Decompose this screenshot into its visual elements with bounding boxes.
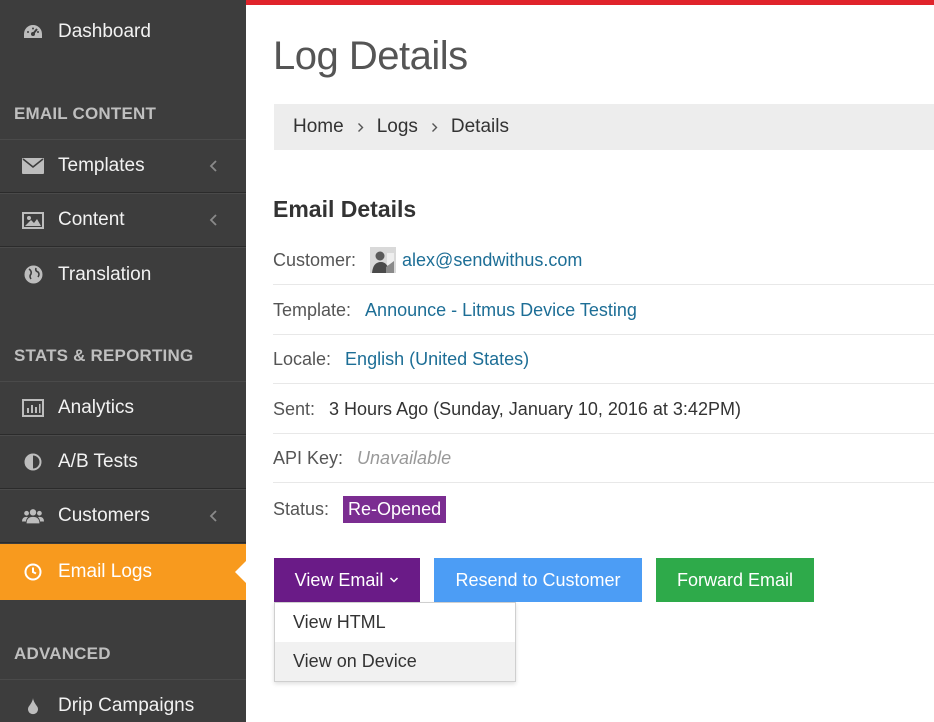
sidebar-item-analytics[interactable]: Analytics [0,381,246,435]
detail-label: Status: [273,499,330,519]
sidebar-item-label: Analytics [58,397,135,418]
detail-label: Customer: [273,249,357,270]
users-icon [22,505,44,527]
locale-link[interactable]: English (United States) [345,349,529,370]
status-badge: Re-Opened [343,496,447,523]
detail-label: API Key: [273,447,344,468]
sidebar-item-label: Customers [58,505,150,526]
breadcrumb-logs[interactable]: Logs [377,116,418,138]
sent-value: 3 Hours Ago (Sunday, January 10, 2016 at… [329,398,741,419]
sidebar-item-label: A/B Tests [58,451,138,472]
sidebar-item-label: Dashboard [58,21,151,42]
sidebar-item-content[interactable]: Content [0,193,246,247]
chevron-left-icon [209,510,217,522]
detail-row-api-key: API Key: Unavailable [273,434,934,483]
chevron-left-icon [209,214,217,226]
sidebar-item-email-logs[interactable]: Email Logs [0,544,246,600]
chevron-down-icon [390,577,399,583]
detail-row-locale: Locale: English (United States) [273,335,934,384]
sidebar-item-label: Drip Campaigns [58,695,195,716]
dropdown-item-view-on-device[interactable]: View on Device [275,642,515,681]
sidebar-item-customers[interactable]: Customers [0,489,246,543]
sidebar-item-label: Content [58,209,125,230]
section-heading-email-content: EMAIL CONTENT [14,104,157,123]
sidebar-item-drip-campaigns[interactable]: Drip Campaigns [0,679,246,722]
dashboard-icon [22,21,44,43]
sidebar-item-ab-tests[interactable]: A/B Tests [0,435,246,489]
view-email-dropdown: View HTML View on Device [274,602,516,682]
view-email-label: View Email [294,569,384,590]
image-icon [22,209,44,231]
breadcrumb: Home Logs Details [274,104,934,150]
view-email-button[interactable]: View Email [274,558,420,602]
bar-chart-icon [22,397,44,419]
detail-row-status: Status: Re-Opened [273,485,934,534]
breadcrumb-home[interactable]: Home [293,116,344,138]
sidebar: Dashboard EMAIL CONTENT Templates Conten… [0,0,246,722]
chevron-right-icon [357,122,364,132]
sidebar-item-label: Email Logs [58,561,152,582]
sidebar-item-label: Templates [58,155,145,176]
envelope-icon [22,155,44,177]
page-title: Log Details [273,34,468,78]
sidebar-item-templates[interactable]: Templates [0,139,246,193]
dropdown-item-view-html[interactable]: View HTML [275,603,515,642]
section-heading-stats-reporting: STATS & REPORTING [14,346,194,365]
template-link[interactable]: Announce - Litmus Device Testing [365,300,637,321]
detail-row-template: Template: Announce - Litmus Device Testi… [273,286,934,335]
globe-icon [22,264,44,286]
sidebar-item-dashboard[interactable]: Dashboard [0,6,246,58]
section-title: Email Details [273,196,417,222]
half-circle-icon [22,451,44,473]
top-accent-bar [246,0,934,5]
detail-label: Sent: [273,398,316,419]
forward-email-button[interactable]: Forward Email [656,558,814,602]
sidebar-item-translation[interactable]: Translation [0,247,246,301]
sidebar-item-label: Translation [58,263,152,285]
detail-row-sent: Sent: 3 Hours Ago (Sunday, January 10, 2… [273,385,934,434]
drop-icon [22,695,44,717]
avatar [370,247,397,273]
detail-label: Template: [273,299,352,320]
detail-row-customer: Customer: alex@sendwithus.com [273,236,934,285]
api-key-value: Unavailable [357,447,452,468]
chevron-left-icon [209,160,217,172]
chevron-right-icon [431,122,438,132]
section-heading-advanced: ADVANCED [14,644,111,663]
breadcrumb-current: Details [450,116,509,137]
resend-to-customer-button[interactable]: Resend to Customer [434,558,642,602]
clock-icon [22,561,44,583]
detail-label: Locale: [273,348,332,369]
customer-email-link[interactable]: alex@sendwithus.com [402,250,582,271]
